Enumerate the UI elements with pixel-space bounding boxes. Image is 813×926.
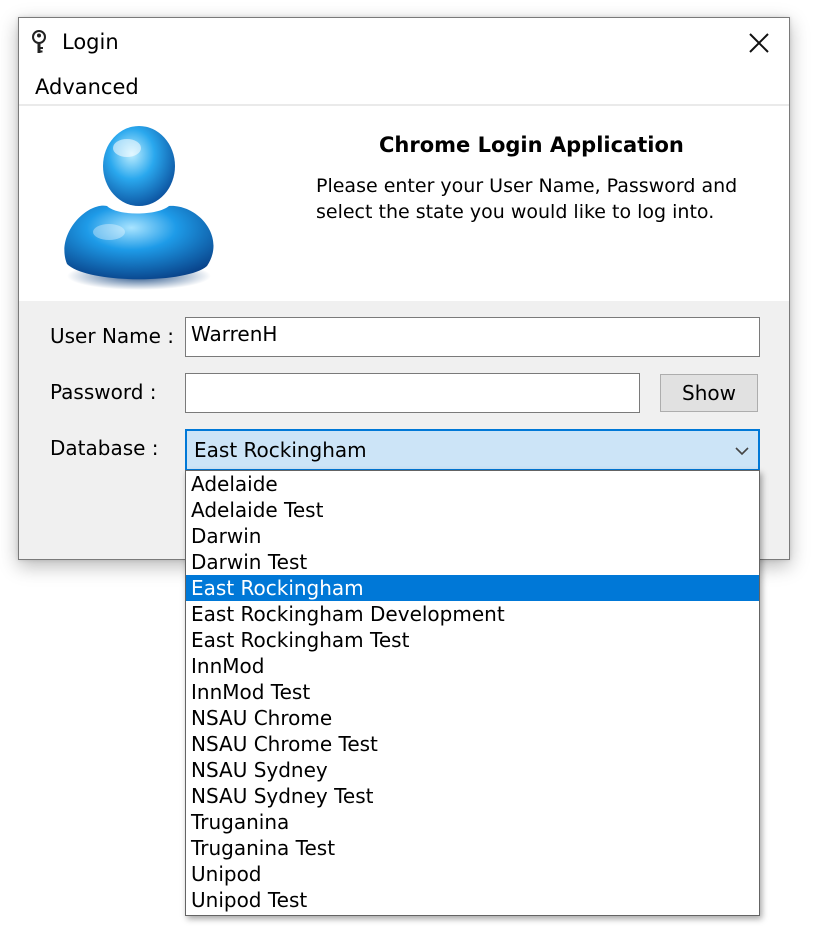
header-panel: Chrome Login Application Please enter yo… [19, 106, 789, 301]
chevron-down-icon[interactable] [734, 443, 750, 457]
database-option[interactable]: Truganina [186, 809, 759, 835]
username-input[interactable]: WarrenH [185, 317, 760, 357]
database-option[interactable]: NSAU Sydney Test [186, 783, 759, 809]
show-password-button[interactable]: Show [660, 374, 758, 412]
database-option[interactable]: NSAU Chrome [186, 705, 759, 731]
username-label: User Name : [50, 324, 175, 348]
close-icon [749, 33, 769, 53]
password-input[interactable] [185, 373, 640, 413]
menu-advanced[interactable]: Advanced [33, 75, 141, 99]
database-option[interactable]: Darwin Test [186, 549, 759, 575]
database-option[interactable]: InnMod Test [186, 679, 759, 705]
database-option[interactable]: Adelaide Test [186, 497, 759, 523]
app-heading: Chrome Login Application [379, 133, 684, 157]
key-icon [28, 29, 50, 57]
title-bar: Login [19, 18, 789, 70]
database-option[interactable]: Adelaide [186, 471, 759, 497]
database-option[interactable]: Truganina Test [186, 835, 759, 861]
database-label: Database : [50, 436, 159, 460]
close-button[interactable] [739, 24, 779, 62]
database-option[interactable]: NSAU Chrome Test [186, 731, 759, 757]
user-avatar-icon [47, 114, 219, 290]
database-option[interactable]: InnMod [186, 653, 759, 679]
window-title: Login [62, 30, 119, 54]
database-dropdown-list: Adelaide Adelaide Test Darwin Darwin Test Ea… [185, 470, 760, 916]
database-option[interactable]: East Rockingham Test [186, 627, 759, 653]
password-label: Password : [50, 380, 157, 404]
database-option[interactable]: NSAU Sydney [186, 757, 759, 783]
menu-bar: Advanced [19, 70, 789, 106]
database-selected-value: East Rockingham [194, 438, 367, 462]
database-option[interactable]: East Rockingham [186, 575, 759, 601]
database-option[interactable]: Unipod [186, 861, 759, 887]
database-option[interactable]: Darwin [186, 523, 759, 549]
database-option[interactable]: East Rockingham Development [186, 601, 759, 627]
app-description: Please enter your User Name, Password an… [316, 175, 738, 223]
database-option[interactable]: Unipod Test [186, 887, 759, 913]
database-select[interactable]: East Rockingham [185, 429, 760, 471]
